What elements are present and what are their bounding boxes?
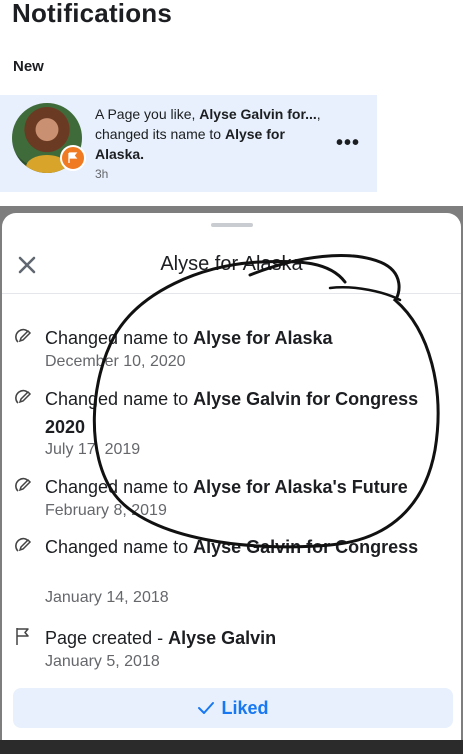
history-name: Alyse for Alaska's Future bbox=[193, 477, 408, 497]
edit-icon bbox=[15, 477, 32, 492]
history-date: January 5, 2018 bbox=[45, 653, 160, 670]
history-date: July 17, 2019 bbox=[45, 441, 141, 458]
section-heading-new: New bbox=[13, 58, 44, 75]
history-date: February 8, 2019 bbox=[45, 502, 167, 519]
history-name: Alyse for Alaska bbox=[193, 328, 333, 348]
notification-text: A Page you like, Alyse Galvin for..., ch… bbox=[95, 106, 321, 162]
divider bbox=[2, 293, 461, 294]
history-date: December 10, 2020 bbox=[45, 353, 186, 370]
notifications-page: Notifications New A Page you like, Alyse… bbox=[0, 0, 463, 206]
liked-label: Liked bbox=[221, 697, 269, 718]
notification-item[interactable]: A Page you like, Alyse Galvin for..., ch… bbox=[0, 95, 377, 192]
name-history-sheet: Alyse for Alaska Changed name to Alyse f… bbox=[2, 213, 461, 754]
flag-badge-icon bbox=[60, 145, 86, 171]
liked-button[interactable]: Liked bbox=[13, 688, 453, 728]
page-title: Notifications bbox=[12, 0, 173, 28]
history-date: January 14, 2018 bbox=[45, 589, 169, 606]
checkmark-icon bbox=[198, 702, 215, 714]
edit-icon bbox=[15, 537, 32, 552]
sheet-title: Alyse for Alaska bbox=[160, 253, 303, 275]
more-options-button[interactable]: ••• bbox=[336, 132, 360, 155]
edit-icon bbox=[15, 328, 32, 343]
history-name: Alyse Galvin bbox=[168, 628, 277, 648]
drag-handle[interactable] bbox=[211, 223, 253, 227]
history-name: Alyse Galvin for Congress bbox=[193, 537, 419, 557]
edit-icon bbox=[15, 389, 32, 404]
flag-icon bbox=[16, 628, 29, 645]
bottom-edge bbox=[0, 740, 463, 754]
notification-time: 3h bbox=[95, 167, 109, 181]
